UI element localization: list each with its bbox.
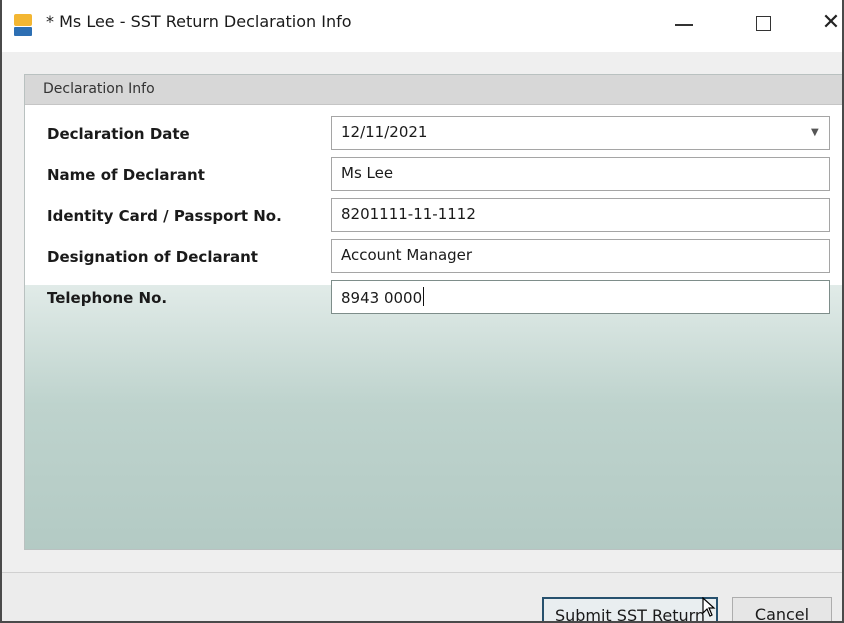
cancel-button[interactable]: Cancel (732, 597, 832, 621)
app-icon (14, 14, 32, 36)
identity-no-label: Identity Card / Passport No. (47, 207, 282, 225)
title-bar[interactable]: * Ms Lee - SST Return Declaration Info ✕ (2, 0, 842, 52)
mouse-cursor-icon (702, 597, 716, 617)
maximize-icon (756, 16, 771, 31)
panel-title: Declaration Info (43, 81, 155, 97)
telephone-value: 8943 0000 (341, 289, 423, 307)
declarant-name-field[interactable]: Ms Lee (331, 157, 830, 191)
designation-value: Account Manager (341, 246, 473, 264)
close-button[interactable]: ✕ (808, 6, 842, 40)
close-icon: ✕ (821, 10, 841, 35)
identity-no-field[interactable]: 8201111-11-1112 (331, 198, 830, 232)
designation-label: Designation of Declarant (47, 248, 258, 266)
submit-sst-return-button[interactable]: Submit SST Return (542, 597, 718, 621)
declaration-info-panel: Declaration Info Declaration Date 12/11/… (24, 74, 842, 550)
window-title: * Ms Lee - SST Return Declaration Info (46, 12, 352, 31)
minimize-button[interactable] (662, 6, 708, 40)
telephone-field[interactable]: 8943 0000 (331, 280, 830, 314)
declarant-name-label: Name of Declarant (47, 166, 205, 184)
designation-field[interactable]: Account Manager (331, 239, 830, 273)
dialog-content: Declaration Info Declaration Date 12/11/… (2, 52, 842, 572)
panel-header: Declaration Info (25, 75, 842, 105)
telephone-label: Telephone No. (47, 289, 168, 307)
declaration-date-value: 12/11/2021 (341, 123, 428, 141)
panel-body (25, 285, 842, 549)
minimize-icon (675, 24, 693, 26)
app-window: * Ms Lee - SST Return Declaration Info ✕… (0, 0, 844, 623)
declarant-name-value: Ms Lee (341, 164, 394, 182)
declaration-date-dropdown[interactable]: 12/11/2021 (331, 116, 830, 150)
text-caret (423, 287, 425, 306)
dialog-footer: Submit SST Return Cancel (2, 573, 842, 621)
maximize-button[interactable] (740, 6, 786, 40)
identity-no-value: 8201111-11-1112 (341, 205, 476, 223)
declaration-date-label: Declaration Date (47, 125, 190, 143)
chevron-down-icon[interactable]: ▼ (811, 127, 819, 138)
